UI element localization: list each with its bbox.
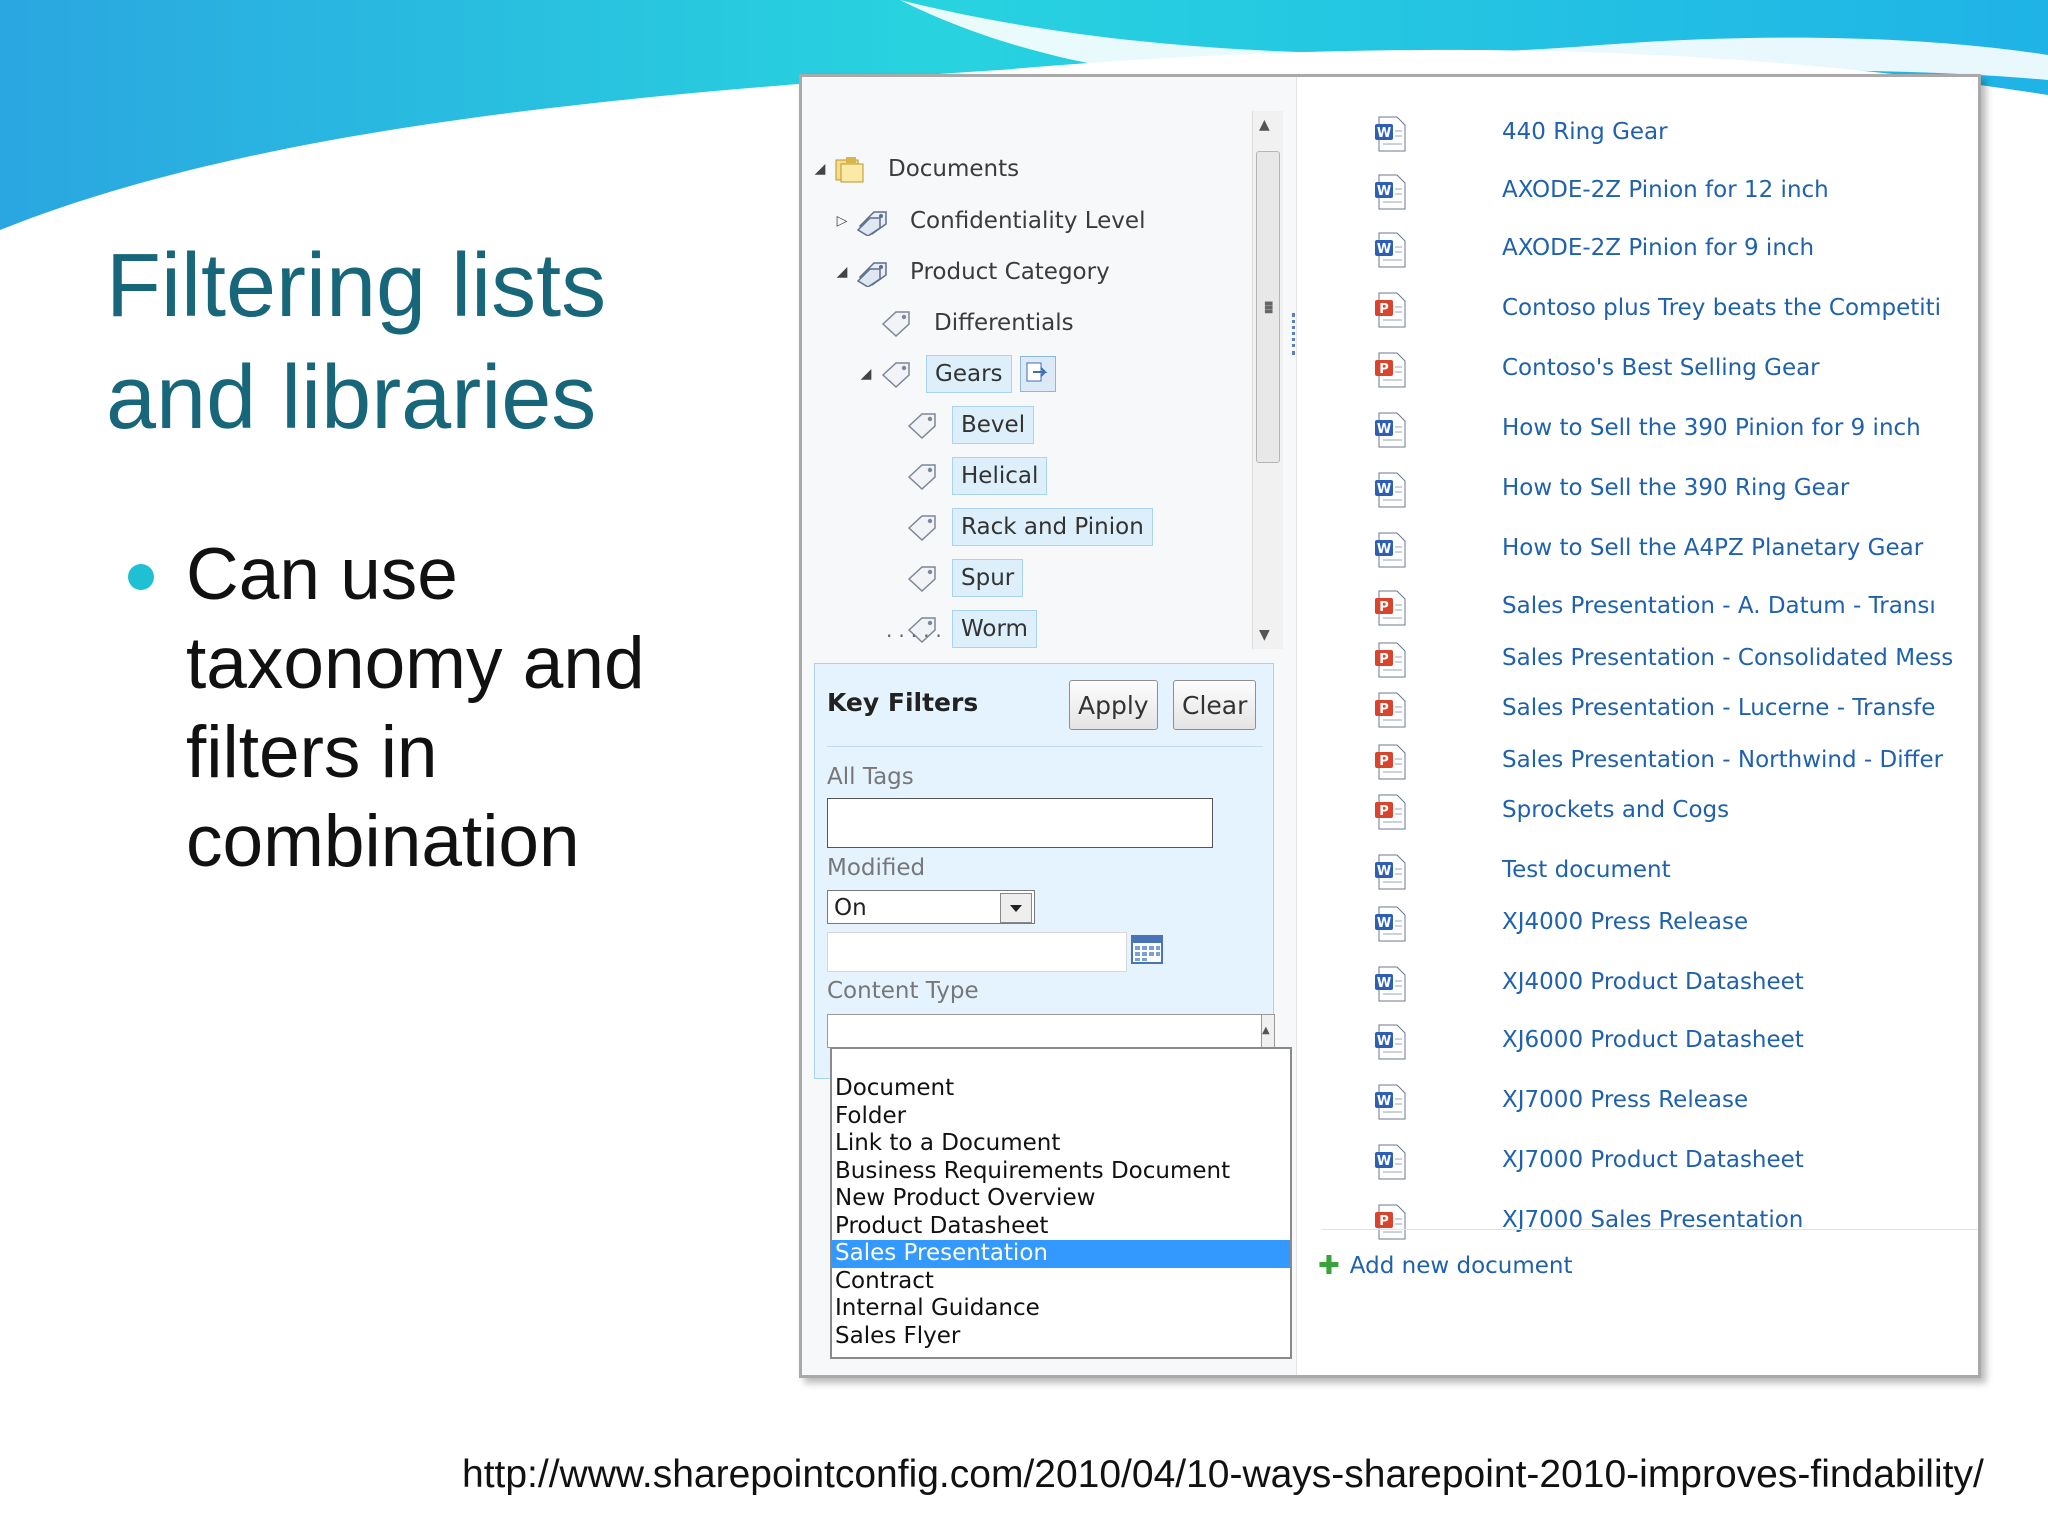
- content-type-option[interactable]: Internal Guidance: [832, 1295, 1290, 1323]
- svg-text:W: W: [1377, 482, 1391, 497]
- add-new-document-link[interactable]: ✚ Add new document: [1318, 1251, 1573, 1281]
- word-document-icon[interactable]: W: [1373, 1023, 1407, 1061]
- word-document-icon[interactable]: W: [1373, 1083, 1407, 1121]
- content-type-option[interactable]: Sales Flyer: [832, 1323, 1290, 1351]
- powerpoint-document-icon[interactable]: P: [1373, 1203, 1407, 1241]
- document-row: P XJ7000 Sales Presentation: [802, 1193, 1978, 1253]
- document-row: W AXODE-2Z Pinion for 12 inch: [802, 163, 1978, 223]
- svg-text:P: P: [1379, 804, 1389, 819]
- document-row: W XJ7000 Product Datasheet: [802, 1133, 1978, 1193]
- document-row: W How to Sell the 390 Pinion for 9 inch: [802, 401, 1978, 461]
- word-document-icon[interactable]: W: [1373, 905, 1407, 943]
- svg-text:W: W: [1377, 1154, 1391, 1169]
- powerpoint-document-icon[interactable]: P: [1373, 641, 1407, 679]
- document-row: W Test document: [802, 843, 1978, 903]
- document-link[interactable]: AXODE-2Z Pinion for 12 inch: [1502, 177, 1829, 203]
- powerpoint-document-icon[interactable]: P: [1373, 691, 1407, 729]
- document-row: W XJ6000 Product Datasheet: [802, 1013, 1978, 1073]
- svg-text:W: W: [1377, 1094, 1391, 1109]
- source-url: http://www.sharepointconfig.com/2010/04/…: [462, 1453, 1984, 1496]
- svg-text:P: P: [1379, 652, 1389, 667]
- bullet-text: Can use taxonomy and filters in combinat…: [186, 534, 645, 882]
- list-divider: [1322, 1229, 1978, 1230]
- word-document-icon[interactable]: W: [1373, 231, 1407, 269]
- document-row: P Contoso plus Trey beats the Competiti: [802, 281, 1978, 341]
- document-row: W How to Sell the A4PZ Planetary Gear: [802, 521, 1978, 581]
- word-document-icon[interactable]: W: [1373, 965, 1407, 1003]
- svg-text:W: W: [1377, 864, 1391, 879]
- document-link[interactable]: How to Sell the A4PZ Planetary Gear: [1502, 535, 1923, 561]
- svg-text:W: W: [1377, 1034, 1391, 1049]
- document-link[interactable]: Sales Presentation - Lucerne - Transfe: [1502, 695, 1935, 721]
- svg-text:W: W: [1377, 976, 1391, 991]
- document-link[interactable]: XJ7000 Press Release: [1502, 1087, 1748, 1113]
- slide-title: Filtering lists and libraries: [106, 236, 607, 448]
- powerpoint-document-icon[interactable]: P: [1373, 793, 1407, 831]
- word-document-icon[interactable]: W: [1373, 173, 1407, 211]
- document-link[interactable]: XJ4000 Press Release: [1502, 909, 1748, 935]
- sharepoint-screenshot: ◢ Documents ▷ Confidentiality Level ◢ Product…: [799, 74, 1981, 1378]
- document-row: P Sales Presentation - A. Datum - Transı: [802, 579, 1978, 639]
- svg-text:W: W: [1377, 184, 1391, 199]
- document-row: P Sales Presentation - Lucerne - Transfe: [802, 681, 1978, 741]
- svg-text:W: W: [1377, 422, 1391, 437]
- svg-text:P: P: [1379, 600, 1389, 615]
- svg-text:P: P: [1379, 1214, 1389, 1229]
- document-row: P Sprockets and Cogs: [802, 783, 1978, 843]
- document-link[interactable]: Sales Presentation - A. Datum - Transı: [1502, 593, 1936, 619]
- document-link[interactable]: Test document: [1502, 857, 1671, 883]
- powerpoint-document-icon[interactable]: P: [1373, 743, 1407, 781]
- document-link[interactable]: 440 Ring Gear: [1502, 119, 1668, 145]
- document-row: P Contoso's Best Selling Gear: [802, 341, 1978, 401]
- bullet-dot: [128, 564, 154, 590]
- word-document-icon[interactable]: W: [1373, 531, 1407, 569]
- powerpoint-document-icon[interactable]: P: [1373, 351, 1407, 389]
- document-link[interactable]: Sprockets and Cogs: [1502, 797, 1729, 823]
- document-row: W 440 Ring Gear: [802, 105, 1978, 165]
- svg-text:P: P: [1379, 362, 1389, 377]
- document-link[interactable]: Sales Presentation - Northwind - Differ: [1502, 747, 1943, 773]
- word-document-icon[interactable]: W: [1373, 1143, 1407, 1181]
- svg-text:W: W: [1377, 542, 1391, 557]
- document-link[interactable]: How to Sell the 390 Ring Gear: [1502, 475, 1849, 501]
- document-row: W How to Sell the 390 Ring Gear: [802, 461, 1978, 521]
- powerpoint-document-icon[interactable]: P: [1373, 291, 1407, 329]
- document-link[interactable]: XJ6000 Product Datasheet: [1502, 1027, 1804, 1053]
- document-link[interactable]: XJ7000 Product Datasheet: [1502, 1147, 1804, 1173]
- word-document-icon[interactable]: W: [1373, 411, 1407, 449]
- svg-text:P: P: [1379, 302, 1389, 317]
- svg-text:W: W: [1377, 916, 1391, 931]
- document-row: W XJ4000 Product Datasheet: [802, 955, 1978, 1015]
- document-row: W XJ4000 Press Release: [802, 895, 1978, 955]
- svg-text:W: W: [1377, 126, 1391, 141]
- svg-text:P: P: [1379, 702, 1389, 717]
- document-row: W XJ7000 Press Release: [802, 1073, 1978, 1133]
- svg-text:P: P: [1379, 754, 1389, 769]
- document-link[interactable]: How to Sell the 390 Pinion for 9 inch: [1502, 415, 1921, 441]
- word-document-icon[interactable]: W: [1373, 471, 1407, 509]
- document-row: W AXODE-2Z Pinion for 9 inch: [802, 221, 1978, 281]
- content-type-option[interactable]: Contract: [832, 1268, 1290, 1296]
- svg-text:W: W: [1377, 242, 1391, 257]
- powerpoint-document-icon[interactable]: P: [1373, 589, 1407, 627]
- word-document-icon[interactable]: W: [1373, 853, 1407, 891]
- document-link[interactable]: XJ4000 Product Datasheet: [1502, 969, 1804, 995]
- document-link[interactable]: AXODE-2Z Pinion for 9 inch: [1502, 235, 1814, 261]
- add-plus-icon: ✚: [1318, 1251, 1340, 1281]
- document-link[interactable]: Contoso plus Trey beats the Competiti: [1502, 295, 1941, 321]
- document-link[interactable]: Sales Presentation - Consolidated Mess: [1502, 645, 1953, 671]
- word-document-icon[interactable]: W: [1373, 115, 1407, 153]
- add-new-document-label: Add new document: [1349, 1253, 1573, 1279]
- document-link[interactable]: Contoso's Best Selling Gear: [1502, 355, 1820, 381]
